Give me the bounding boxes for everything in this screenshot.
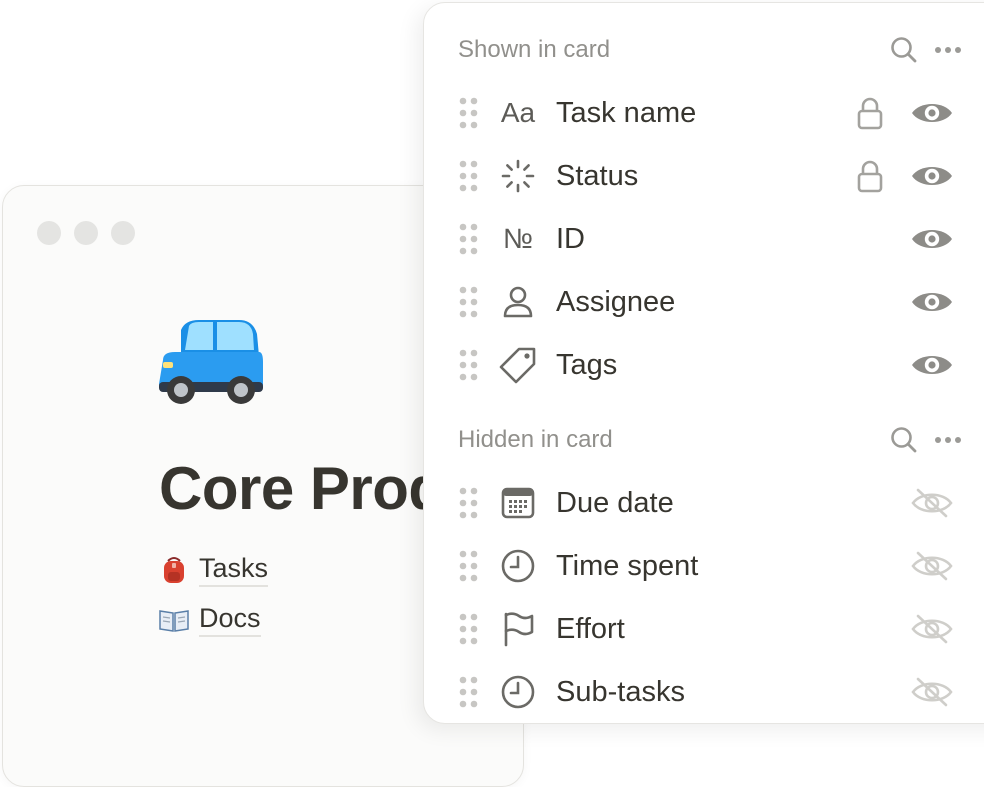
property-row-tags[interactable]: Tags bbox=[458, 337, 954, 393]
drag-handle-icon[interactable] bbox=[458, 550, 480, 582]
property-row-effort[interactable]: Effort bbox=[458, 601, 954, 657]
link-docs[interactable]: Docs bbox=[159, 603, 261, 637]
property-name: Assignee bbox=[556, 285, 676, 318]
clock-icon bbox=[498, 546, 538, 586]
link-tasks[interactable]: Tasks bbox=[159, 553, 269, 587]
car-emoji-icon[interactable] bbox=[155, 316, 265, 406]
person-icon bbox=[498, 282, 538, 322]
link-tasks-label: Tasks bbox=[199, 553, 269, 587]
eye-icon[interactable] bbox=[910, 224, 954, 254]
eye-icon[interactable] bbox=[910, 161, 954, 191]
property-row-time-spent[interactable]: Time spent bbox=[458, 538, 954, 594]
drag-handle-icon[interactable] bbox=[458, 286, 480, 318]
shown-section-header: Shown in card bbox=[458, 30, 962, 70]
drag-handle-icon[interactable] bbox=[458, 487, 480, 519]
number-icon: № bbox=[502, 223, 534, 254]
property-row-status[interactable]: Status bbox=[458, 148, 954, 204]
calendar-icon bbox=[498, 483, 538, 523]
flag-icon bbox=[498, 609, 538, 649]
property-name: Due date bbox=[556, 486, 674, 519]
drag-handle-icon[interactable] bbox=[458, 223, 480, 255]
link-docs-label: Docs bbox=[199, 603, 261, 637]
shown-section-title: Shown in card bbox=[458, 36, 611, 63]
window-zoom-dot[interactable] bbox=[111, 221, 135, 245]
search-icon[interactable] bbox=[890, 426, 918, 454]
clock-icon bbox=[498, 672, 538, 712]
eye-icon[interactable] bbox=[910, 350, 954, 380]
property-name: Effort bbox=[556, 612, 625, 645]
hidden-section-header: Hidden in card bbox=[458, 420, 962, 460]
status-loader-icon bbox=[498, 156, 538, 196]
window-close-dot[interactable] bbox=[37, 221, 61, 245]
eye-icon[interactable] bbox=[910, 98, 954, 128]
property-name: Time spent bbox=[556, 549, 699, 582]
lock-icon bbox=[857, 97, 883, 130]
property-row-assignee[interactable]: Assignee bbox=[458, 274, 954, 330]
card-properties-panel: Shown in card Aa Task name Status № ID A… bbox=[423, 2, 984, 724]
property-name: ID bbox=[556, 222, 585, 255]
property-row-id[interactable]: № ID bbox=[458, 211, 954, 267]
backpack-emoji-icon bbox=[164, 557, 184, 584]
property-name: Tags bbox=[556, 348, 618, 381]
property-name: Task name bbox=[556, 96, 697, 129]
window-controls bbox=[37, 221, 135, 245]
more-options-icon[interactable] bbox=[934, 46, 962, 54]
property-row-task-name[interactable]: Aa Task name bbox=[458, 85, 954, 141]
eye-slash-icon[interactable] bbox=[910, 488, 954, 518]
drag-handle-icon[interactable] bbox=[458, 97, 480, 129]
drag-handle-icon[interactable] bbox=[458, 676, 480, 708]
property-name: Sub-tasks bbox=[556, 675, 685, 708]
eye-slash-icon[interactable] bbox=[910, 551, 954, 581]
eye-icon[interactable] bbox=[910, 287, 954, 317]
search-icon[interactable] bbox=[890, 36, 918, 64]
open-book-emoji-icon bbox=[159, 610, 189, 633]
property-row-due-date[interactable]: Due date bbox=[458, 475, 954, 531]
lock-icon bbox=[857, 160, 883, 193]
drag-handle-icon[interactable] bbox=[458, 613, 480, 645]
text-aa-icon: Aa bbox=[500, 97, 536, 128]
eye-slash-icon[interactable] bbox=[910, 614, 954, 644]
property-name: Status bbox=[556, 159, 639, 192]
property-row-sub-tasks[interactable]: Sub-tasks bbox=[458, 664, 954, 720]
drag-handle-icon[interactable] bbox=[458, 349, 480, 381]
tag-icon bbox=[498, 345, 538, 385]
window-minimize-dot[interactable] bbox=[74, 221, 98, 245]
hidden-section-title: Hidden in card bbox=[458, 426, 613, 453]
drag-handle-icon[interactable] bbox=[458, 160, 480, 192]
more-options-icon[interactable] bbox=[934, 436, 962, 444]
